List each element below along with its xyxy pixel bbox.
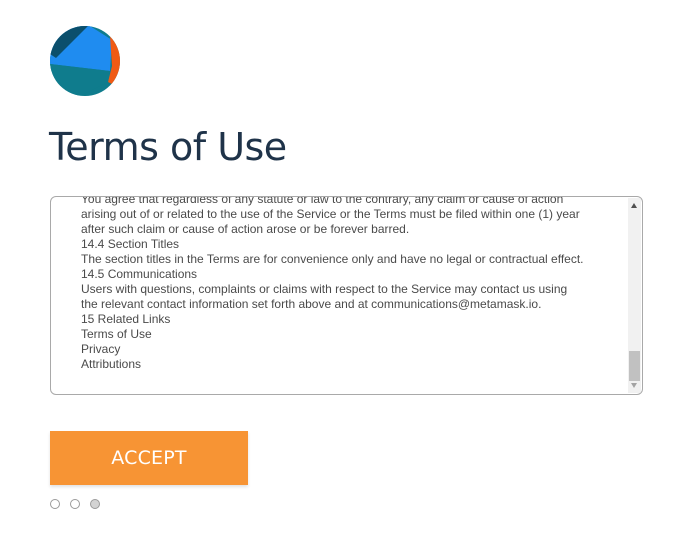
scrollbar-thumb[interactable] bbox=[629, 351, 640, 381]
accept-button[interactable]: ACCEPT bbox=[50, 431, 248, 485]
related-link-terms[interactable]: Terms of Use bbox=[81, 327, 621, 342]
terms-scroll-box[interactable]: You agree that regardless of any statute… bbox=[50, 196, 643, 395]
metamask-logo-icon bbox=[50, 26, 120, 96]
terms-line: The section titles in the Terms are for … bbox=[81, 252, 584, 266]
pagination-dot-active[interactable] bbox=[90, 499, 100, 509]
scroll-up-arrow-icon[interactable] bbox=[631, 203, 637, 208]
related-link-attributions[interactable]: Attributions bbox=[81, 357, 621, 372]
terms-line: Users with questions, complaints or clai… bbox=[81, 282, 568, 296]
terms-line: arising out of or related to the use of … bbox=[81, 207, 580, 221]
pagination-dot[interactable] bbox=[70, 499, 80, 509]
vertical-scrollbar[interactable] bbox=[628, 198, 641, 393]
scroll-down-arrow-icon[interactable] bbox=[631, 383, 637, 388]
related-link-privacy[interactable]: Privacy bbox=[81, 342, 621, 357]
section-heading: 15 Related Links bbox=[81, 312, 171, 326]
terms-text: You agree that regardless of any statute… bbox=[81, 196, 621, 372]
section-heading: 14.4 Section Titles bbox=[81, 237, 180, 251]
section-heading: 14.5 Communications bbox=[81, 267, 198, 281]
pagination-dot[interactable] bbox=[50, 499, 60, 509]
terms-line: You agree that regardless of any statute… bbox=[81, 196, 564, 206]
page-title: Terms of Use bbox=[49, 125, 287, 169]
terms-line: the relevant contact information set for… bbox=[81, 297, 542, 311]
terms-line: after such claim or cause of action aros… bbox=[81, 222, 410, 236]
